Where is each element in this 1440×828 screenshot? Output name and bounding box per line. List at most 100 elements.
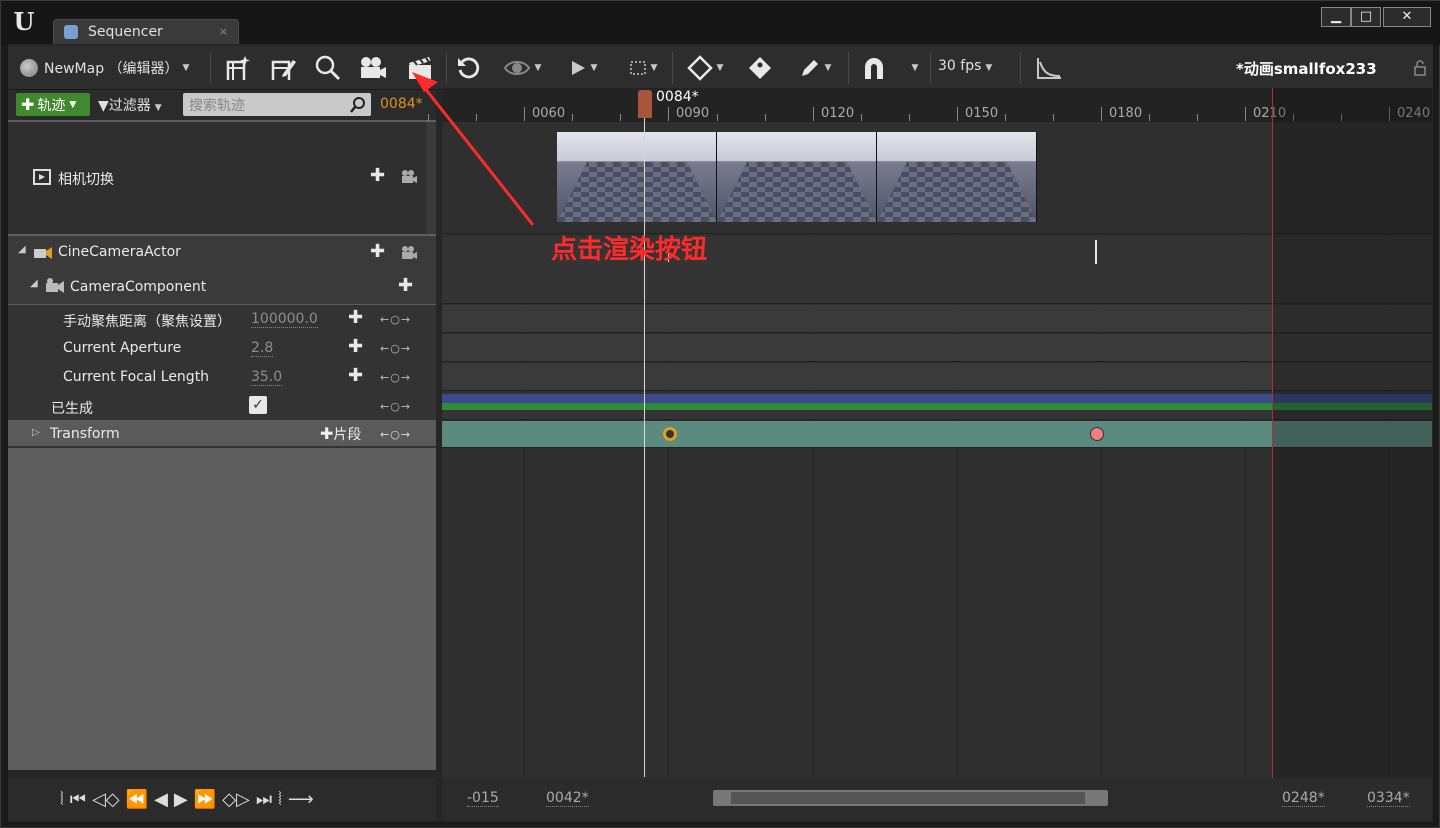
sequence-name: 动画smallfox233*: [1236, 60, 1377, 78]
play-icon[interactable]: ▶: [174, 789, 188, 810]
add-key-icon[interactable]: ✚: [348, 365, 363, 386]
snap-options-button[interactable]: ▼: [900, 46, 926, 90]
pencil-icon: [801, 60, 818, 76]
annotation-text: 点击渲染按钮: [551, 235, 708, 265]
jump-start-icon[interactable]: ⦚: [60, 789, 64, 810]
step-back-icon[interactable]: ⏪: [126, 789, 148, 810]
search-placeholder: 搜索轨迹: [189, 98, 245, 114]
expand-arrow-icon[interactable]: ◢: [30, 278, 38, 289]
camera-track-icon[interactable]: [400, 245, 418, 261]
add-icon[interactable]: ✚: [370, 165, 385, 186]
map-selector-label: NewMap （编辑器）: [44, 61, 179, 77]
title-bar: U Sequencer × ▁ □ ✕: [1, 1, 1440, 45]
key-navigation[interactable]: ←○→: [380, 400, 411, 413]
ruler-minor-tick: [861, 114, 862, 121]
track-row-camera-component[interactable]: ◢ CameraComponent ✚: [8, 270, 436, 304]
camera-button[interactable]: [353, 46, 393, 90]
playback-end-marker[interactable]: [1272, 88, 1273, 778]
edit-camera-icon: [271, 60, 296, 80]
chevron-down-icon: ▼: [985, 63, 993, 73]
playhead-handle[interactable]: [638, 90, 652, 118]
key-navigation[interactable]: ←○→: [380, 313, 411, 326]
ruler-tick-label: 0090: [676, 106, 710, 121]
camera-cut-section[interactable]: [557, 132, 1038, 222]
scrollbar-thumb[interactable]: [731, 792, 1085, 804]
track-row-cine-camera-actor[interactable]: ◢ CineCameraActor ✚: [8, 236, 436, 270]
keyframe[interactable]: [1090, 427, 1104, 441]
filter-button[interactable]: ▼过滤器 ▼: [98, 95, 162, 115]
separator: [210, 52, 211, 84]
section-label: 片段: [333, 427, 362, 443]
loop-icon[interactable]: ⦚: [278, 789, 282, 810]
track-row-manual-focus[interactable]: 手动聚焦距离（聚焦设置） 100000.0 ✚ ←○→: [8, 305, 436, 334]
track-row-focal-length[interactable]: Current Focal Length 35.0 ✚ ←○→: [8, 363, 436, 392]
keyframe-selected[interactable]: [663, 427, 677, 441]
play-button[interactable]: ▼: [558, 46, 608, 90]
view-end[interactable]: 0334*: [1367, 790, 1410, 807]
play-start[interactable]: 0042*: [546, 790, 589, 807]
key-navigation[interactable]: ←○→: [380, 342, 411, 355]
prev-key-icon[interactable]: ◁◇: [92, 789, 120, 810]
step-back-key-icon[interactable]: ⏮: [70, 789, 86, 810]
view-start[interactable]: -015: [467, 790, 499, 807]
filter-icon: ▼: [98, 98, 109, 114]
selection-button[interactable]: ▼: [618, 46, 668, 90]
add-key-icon[interactable]: ✚: [348, 336, 363, 357]
track-row-aperture[interactable]: Current Aperture 2.8 ✚ ←○→: [8, 334, 436, 363]
close-button[interactable]: ✕: [1383, 7, 1431, 27]
plus-icon: ✚: [21, 95, 35, 114]
add-icon[interactable]: ✚: [370, 241, 385, 262]
step-forward-icon[interactable]: ⏩: [194, 789, 216, 810]
plus-icon: ✚: [320, 424, 334, 443]
key-button[interactable]: ▼: [680, 46, 730, 90]
selection-icon: [629, 61, 646, 75]
track-row-transform[interactable]: ▷ Transform ✚片段 ←○→: [8, 421, 436, 448]
jump-end-icon[interactable]: ⏭: [256, 789, 272, 810]
key-tag-button[interactable]: [738, 46, 782, 90]
unreal-logo-icon: U: [13, 7, 35, 36]
add-track-button[interactable]: ✚ 轨迹 ▼: [16, 93, 90, 116]
ruler-tick: [1245, 107, 1246, 121]
timeline-scrollbar[interactable]: [713, 790, 1108, 806]
loop-mode-icon[interactable]: ⟶: [288, 789, 314, 810]
camera-icon: [361, 57, 386, 78]
pencil-button[interactable]: ▼: [790, 46, 840, 90]
shot-thumbnail: [557, 132, 717, 222]
track-row-spawned[interactable]: 已生成 ✓ ←○→: [8, 392, 436, 420]
new-camera-button[interactable]: [218, 46, 258, 90]
snap-button[interactable]: [854, 46, 894, 90]
reverse-play-icon[interactable]: ◀: [154, 789, 168, 810]
map-selector[interactable]: NewMap （编辑器） ▼: [20, 56, 189, 80]
key-icon: [686, 55, 713, 81]
shot-thumbnail: [877, 132, 1037, 222]
annotation-arrow-icon: [412, 72, 535, 226]
play-end[interactable]: 0248*: [1282, 790, 1325, 807]
minimize-button[interactable]: ▁: [1321, 7, 1351, 27]
add-icon[interactable]: ✚: [398, 275, 413, 296]
ruler-tick: [957, 107, 958, 121]
track-row-camera-cuts[interactable]: 相机切换 ✚: [8, 122, 436, 234]
add-track-label: 轨迹: [37, 97, 66, 114]
collapsed-arrow-icon[interactable]: ▷: [32, 427, 40, 438]
ruler-tick: [668, 107, 669, 121]
fps-selector[interactable]: 30 fps ▼: [938, 58, 992, 74]
find-button[interactable]: [308, 46, 348, 90]
add-key-icon[interactable]: ✚: [348, 307, 363, 328]
curve-editor-button[interactable]: [1028, 46, 1070, 90]
add-section-button[interactable]: ✚片段: [320, 424, 361, 444]
tab-close-icon[interactable]: ×: [219, 25, 228, 38]
lock-icon[interactable]: [1412, 60, 1428, 76]
key-navigation[interactable]: ←○→: [380, 428, 411, 441]
ruler-tick: [813, 107, 814, 121]
key-navigation[interactable]: ←○→: [380, 371, 411, 384]
edit-camera-button[interactable]: [263, 46, 303, 90]
checkbox-icon[interactable]: ✓: [249, 396, 267, 414]
property-value[interactable]: 100000.0: [251, 311, 318, 328]
search-tracks-input[interactable]: 搜索轨迹: [183, 93, 371, 116]
property-value[interactable]: 2.8: [251, 340, 274, 357]
next-key-icon[interactable]: ◇▷: [222, 789, 250, 810]
maximize-button[interactable]: □: [1351, 7, 1381, 27]
property-value[interactable]: 35.0: [251, 369, 283, 386]
tab-sequencer[interactable]: Sequencer ×: [53, 19, 239, 45]
expand-arrow-icon[interactable]: ◢: [18, 244, 26, 255]
